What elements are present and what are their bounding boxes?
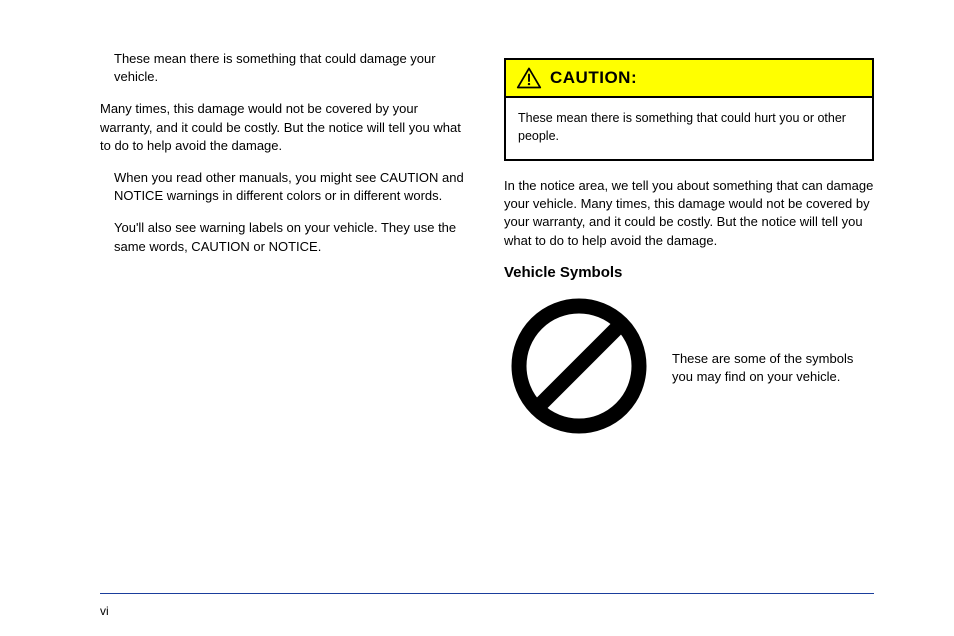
vehicle-symbols-heading: Vehicle Symbols (504, 264, 874, 281)
left-paragraph-2: Many times, this damage would not be cov… (100, 100, 464, 155)
caution-box: CAUTION: These mean there is something t… (504, 58, 874, 161)
prohibit-icon (504, 291, 654, 441)
post-caution-paragraph: In the notice area, we tell you about so… (504, 177, 874, 250)
footer-divider (100, 593, 874, 594)
warning-triangle-icon (516, 66, 542, 90)
caution-header: CAUTION: (506, 60, 872, 98)
left-paragraph-3: When you read other manuals, you might s… (114, 169, 464, 205)
page-number: vi (100, 604, 109, 618)
caution-label: CAUTION: (550, 68, 637, 88)
safety-symbol-text: These are some of the symbols you may fi… (672, 346, 874, 386)
left-paragraph-1: These mean there is something that could… (114, 50, 464, 86)
caution-body-text: These mean there is something that could… (506, 98, 872, 159)
left-paragraph-4: You'll also see warning labels on your v… (114, 219, 464, 255)
safety-symbol-row: These are some of the symbols you may fi… (504, 291, 874, 441)
